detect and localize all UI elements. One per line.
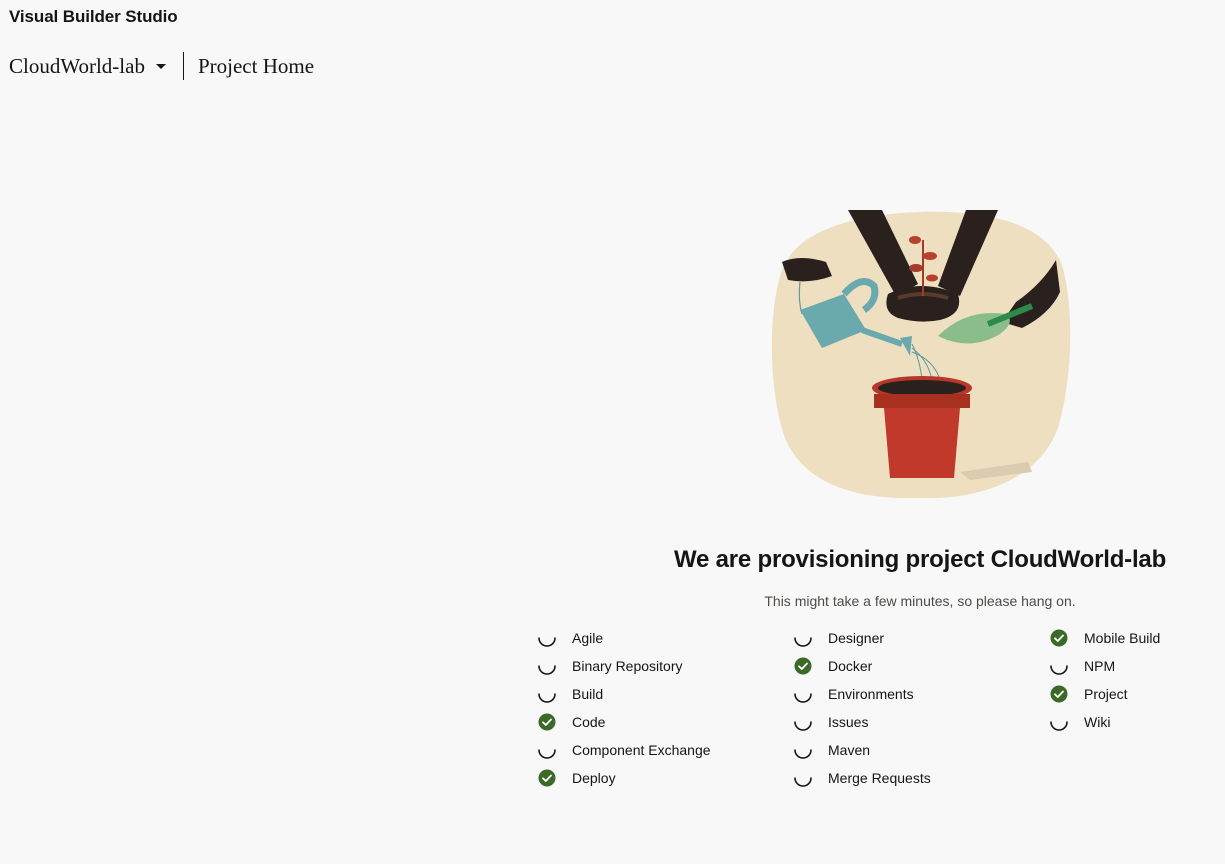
service-name: Merge Requests xyxy=(828,770,931,786)
service-name: Docker xyxy=(828,658,873,674)
service-status-item: Environments xyxy=(793,680,1033,708)
service-name: Agile xyxy=(572,630,604,646)
service-name: Binary Repository xyxy=(572,658,683,674)
service-status-item: Merge Requests xyxy=(793,764,1033,792)
service-name: Deploy xyxy=(572,770,616,786)
page-title: Project Home xyxy=(197,53,315,78)
check-circle-icon xyxy=(1049,684,1069,704)
service-status-item: Project xyxy=(1049,680,1225,708)
service-column-2: Designer Docker Environments Issues Maven Mer… xyxy=(793,624,1033,792)
loading-spinner-icon xyxy=(537,628,557,648)
loading-spinner-icon xyxy=(537,684,557,704)
service-status-item: Wiki xyxy=(1049,708,1225,736)
service-name: Code xyxy=(572,714,606,730)
service-name: Component Exchange xyxy=(572,742,711,758)
service-name: Issues xyxy=(828,714,869,730)
service-status-item: Maven xyxy=(793,736,1033,764)
check-circle-icon xyxy=(793,656,813,676)
loading-spinner-icon xyxy=(793,628,813,648)
provisioning-heading: We are provisioning project CloudWorld-l… xyxy=(673,546,1167,573)
check-circle-icon xyxy=(537,712,557,732)
breadcrumb-divider xyxy=(182,52,184,80)
service-name: Wiki xyxy=(1084,714,1111,730)
service-name: Designer xyxy=(828,630,885,646)
loading-spinner-icon xyxy=(537,740,557,760)
loading-spinner-icon xyxy=(793,684,813,704)
service-name: NPM xyxy=(1084,658,1116,674)
service-status-item: Binary Repository xyxy=(537,652,777,680)
service-status-item: Mobile Build xyxy=(1049,624,1225,652)
loading-spinner-icon xyxy=(793,712,813,732)
service-status-item: Docker xyxy=(793,652,1033,680)
app-title: Visual Builder Studio xyxy=(9,7,178,26)
check-circle-icon xyxy=(1049,628,1069,648)
breadcrumb: CloudWorld-lab Project Home xyxy=(9,52,314,80)
service-status-item: Build xyxy=(537,680,777,708)
service-status-item: Component Exchange xyxy=(537,736,777,764)
loading-spinner-icon xyxy=(537,656,557,676)
caret-down-icon xyxy=(155,64,166,69)
service-status-item: Designer xyxy=(793,624,1033,652)
loading-spinner-icon xyxy=(793,740,813,760)
check-circle-icon xyxy=(537,768,557,788)
service-status-item: Issues xyxy=(793,708,1033,736)
loading-spinner-icon xyxy=(1049,712,1069,732)
service-name: Mobile Build xyxy=(1084,630,1161,646)
loading-spinner-icon xyxy=(1049,656,1069,676)
service-status-item: Agile xyxy=(537,624,777,652)
project-selector[interactable]: CloudWorld-lab xyxy=(9,54,166,79)
service-name: Maven xyxy=(828,742,871,758)
service-status-item: Deploy xyxy=(537,764,777,792)
provisioning-subtext: This might take a few minutes, so please… xyxy=(764,593,1076,609)
provisioning-illustration xyxy=(771,210,1071,499)
service-status-item: Code xyxy=(537,708,777,736)
service-status-item: NPM xyxy=(1049,652,1225,680)
service-name: Project xyxy=(1084,686,1128,702)
service-name: Build xyxy=(572,686,604,702)
service-column-3: Mobile Build NPM Project Wiki xyxy=(1049,624,1225,736)
service-name: Environments xyxy=(828,686,914,702)
service-column-1: Agile Binary Repository Build Code Component… xyxy=(537,624,777,792)
project-name: CloudWorld-lab xyxy=(9,53,145,78)
loading-spinner-icon xyxy=(793,768,813,788)
